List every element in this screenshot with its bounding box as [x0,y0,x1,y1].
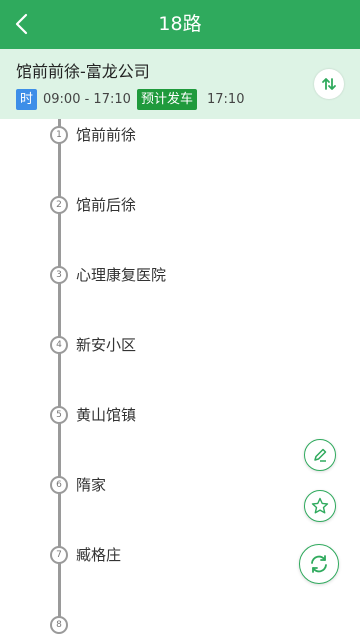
stop-number: 5 [50,406,68,424]
star-icon [311,497,329,514]
departure-badge: 预计发车 [137,89,198,110]
favorite-button[interactable] [304,490,336,522]
edit-button[interactable] [304,439,336,471]
route-line [58,119,61,617]
refresh-button[interactable] [299,544,339,584]
stop-number: 3 [50,266,68,284]
stop-name: 馆前前徐 [76,126,137,144]
refresh-icon [311,555,327,573]
page-title: 18路 [158,13,202,35]
back-button[interactable] [4,6,40,42]
swap-direction-icon [322,78,336,90]
route-info-panel: 馆前前徐-富龙公司 时 09:00 - 17:10 预计发车 17:10 [0,49,360,119]
stop-number: 8 [50,616,68,634]
stop-name: 隋家 [76,476,107,494]
stop-number: 4 [50,336,68,354]
time-badge: 时 [16,89,38,110]
stop-number: 7 [50,546,68,564]
stop-name: 臧格庄 [76,546,122,564]
chevron-left-icon [15,13,28,35]
route-name: 馆前前徐-富龙公司 [16,62,150,81]
stop-name: 馆前后徐 [76,196,137,214]
pencil-icon [314,448,327,462]
operating-hours: 09:00 - 17:10 [43,92,131,107]
departure-time: 17:10 [207,92,245,107]
top-bar: 18路 [0,0,360,49]
stop-number: 2 [50,196,68,214]
stop-number: 6 [50,476,68,494]
stop-name: 黄山馆镇 [76,406,137,424]
stop-number: 1 [50,126,68,144]
swap-direction-button[interactable] [314,69,344,99]
stop-name: 新安小区 [76,336,137,354]
stop-name: 心理康复医院 [76,266,167,284]
